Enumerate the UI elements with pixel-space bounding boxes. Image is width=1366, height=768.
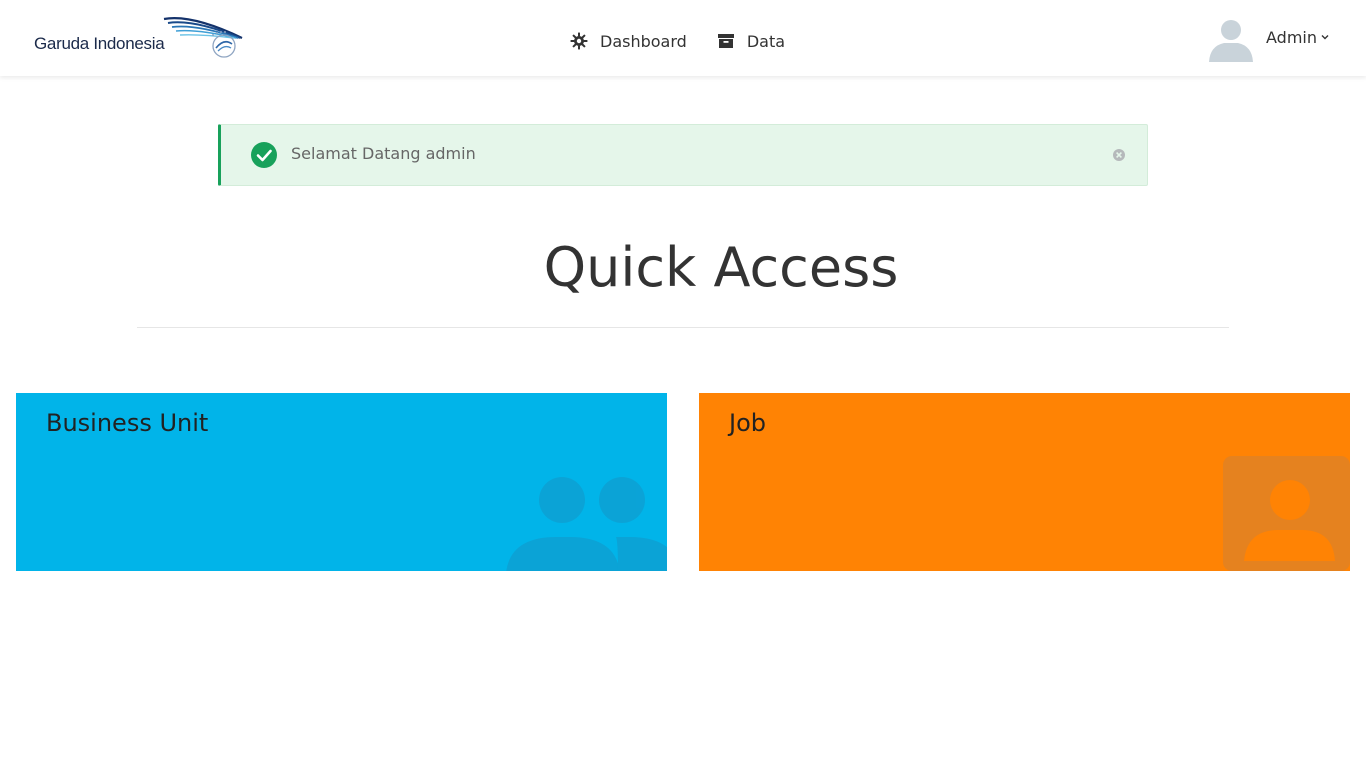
- skyteam-seal-icon: [212, 31, 236, 58]
- title-divider: [137, 327, 1229, 328]
- business-unit-card-label: Business Unit: [46, 409, 209, 437]
- user-icon: [1223, 456, 1350, 571]
- nav-data-label: Data: [746, 31, 786, 51]
- nav-data[interactable]: Data: [717, 32, 785, 51]
- user-avatar-icon: [1209, 20, 1253, 62]
- business-unit-card[interactable]: Business Unit: [16, 393, 667, 571]
- top-navbar: Garuda Indonesia Dashboard Data Admin: [0, 0, 1366, 76]
- chevron-down-icon: [1320, 32, 1330, 42]
- archive-box-icon: [717, 32, 735, 50]
- user-name: Admin: [1266, 27, 1317, 47]
- job-card-label: Job: [729, 409, 766, 437]
- brand-name: Garuda Indonesia: [34, 34, 165, 53]
- close-circle-icon[interactable]: [1112, 148, 1126, 162]
- users-icon: [506, 477, 667, 571]
- page-title: Quick Access: [543, 236, 899, 299]
- brand-logo[interactable]: Garuda Indonesia: [34, 16, 244, 62]
- main-nav: Dashboard Data: [570, 28, 785, 54]
- gear-icon: [570, 32, 588, 50]
- nav-dashboard[interactable]: Dashboard: [570, 32, 687, 51]
- nav-dashboard-label: Dashboard: [600, 31, 687, 51]
- check-circle-icon: [251, 142, 277, 168]
- welcome-alert: Selamat Datang admin: [218, 124, 1148, 186]
- user-menu[interactable]: Admin: [1206, 16, 1330, 62]
- alert-message: Selamat Datang admin: [291, 144, 476, 163]
- job-card[interactable]: Job: [699, 393, 1350, 571]
